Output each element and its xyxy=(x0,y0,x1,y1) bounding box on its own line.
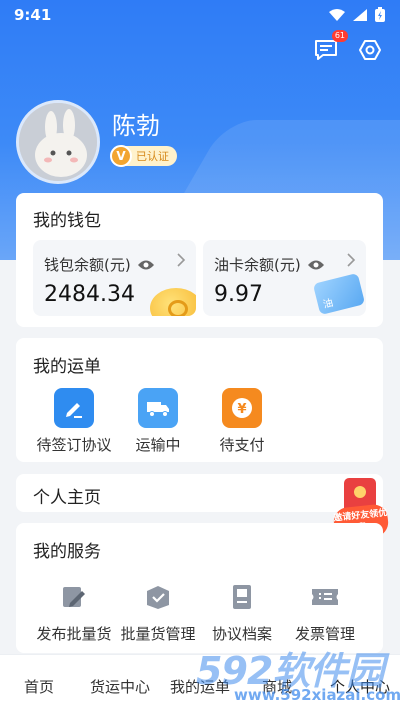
tab-freight-center[interactable]: 货运中心 xyxy=(90,676,150,697)
pen-icon xyxy=(54,388,94,428)
services-title: 我的服务 xyxy=(33,542,101,562)
service-label: 发布批量货 xyxy=(36,625,112,643)
fuel-card-box[interactable]: 油卡余额(元) 9.97 油 xyxy=(203,240,366,316)
message-icon xyxy=(315,40,337,60)
waybill-card: 我的运单 待签订协议 运输中 ¥ 待支付 xyxy=(16,338,383,462)
svg-text:¥: ¥ xyxy=(237,402,246,417)
verified-v-icon: V xyxy=(110,145,132,167)
tab-mall[interactable]: 商城 xyxy=(262,676,292,697)
service-bulk-manage[interactable]: 批量货管理 xyxy=(113,577,203,644)
service-label: 批量货管理 xyxy=(120,625,196,643)
waybill-item-label: 待签订协议 xyxy=(36,436,112,454)
waybill-pending-pay[interactable]: ¥ 待支付 xyxy=(197,388,287,455)
notification-badge: 61 xyxy=(331,30,348,42)
coin-icon xyxy=(150,288,196,316)
fuel-card-icon: 油 xyxy=(312,272,366,316)
fuel-card-label: 油卡余额(元) xyxy=(214,256,301,274)
waybill-in-transit[interactable]: 运输中 xyxy=(113,388,203,455)
tab-my-waybill[interactable]: 我的运单 xyxy=(170,676,230,697)
message-button[interactable]: 61 xyxy=(312,30,348,64)
waybill-title: 我的运单 xyxy=(33,357,101,377)
wifi-icon xyxy=(329,9,345,21)
service-invoice-manage[interactable]: 发票管理 xyxy=(280,577,370,644)
edit-icon xyxy=(54,577,94,617)
service-agreement-archive[interactable]: 协议档案 xyxy=(197,577,287,644)
tab-personal-center[interactable]: 个人中心 xyxy=(330,676,390,697)
settings-icon xyxy=(359,40,381,60)
service-label: 发票管理 xyxy=(294,625,355,643)
verified-label: 已认证 xyxy=(136,150,169,163)
service-publish-bulk[interactable]: 发布批量货 xyxy=(29,577,119,644)
box-icon xyxy=(138,577,178,617)
chevron-right-icon xyxy=(347,253,356,267)
wallet-balance-value: 2484.34 xyxy=(44,282,135,307)
verified-badge: V 已认证 xyxy=(110,145,177,167)
personal-home-title: 个人主页 xyxy=(33,488,101,508)
user-name: 陈勃 xyxy=(112,112,160,140)
status-time: 9:41 xyxy=(14,6,52,24)
wallet-balance-box[interactable]: 钱包余额(元) 2484.34 xyxy=(33,240,196,316)
eye-icon[interactable] xyxy=(137,259,155,271)
eye-icon[interactable] xyxy=(307,259,325,271)
wallet-balance-label: 钱包余额(元) xyxy=(44,256,131,274)
chevron-right-icon xyxy=(177,253,186,267)
wallet-card: 我的钱包 钱包余额(元) 2484.34 油卡余额(元) 9.97 油 xyxy=(16,193,383,327)
wallet-title: 我的钱包 xyxy=(33,211,101,231)
signal-icon xyxy=(353,9,367,21)
ticket-icon xyxy=(305,577,345,617)
avatar[interactable] xyxy=(16,100,100,184)
bottom-tab-bar: 首页 货运中心 我的运单 商城 个人中心 xyxy=(0,654,400,711)
services-card: 我的服务 发布批量货 批量货管理 协议档案 发票管理 xyxy=(16,523,383,653)
tab-home[interactable]: 首页 xyxy=(24,676,54,697)
settings-button[interactable] xyxy=(356,36,384,64)
fuel-card-value: 9.97 xyxy=(214,282,263,307)
status-bar: 9:41 xyxy=(0,0,400,30)
waybill-item-label: 运输中 xyxy=(135,436,181,454)
waybill-pending-sign[interactable]: 待签订协议 xyxy=(29,388,119,455)
service-label: 协议档案 xyxy=(211,625,272,643)
yen-icon: ¥ xyxy=(222,388,262,428)
personal-home-row[interactable]: 个人主页 xyxy=(16,474,383,512)
document-icon xyxy=(222,577,262,617)
battery-icon xyxy=(375,7,385,22)
truck-icon xyxy=(138,388,178,428)
waybill-item-label: 待支付 xyxy=(219,436,265,454)
